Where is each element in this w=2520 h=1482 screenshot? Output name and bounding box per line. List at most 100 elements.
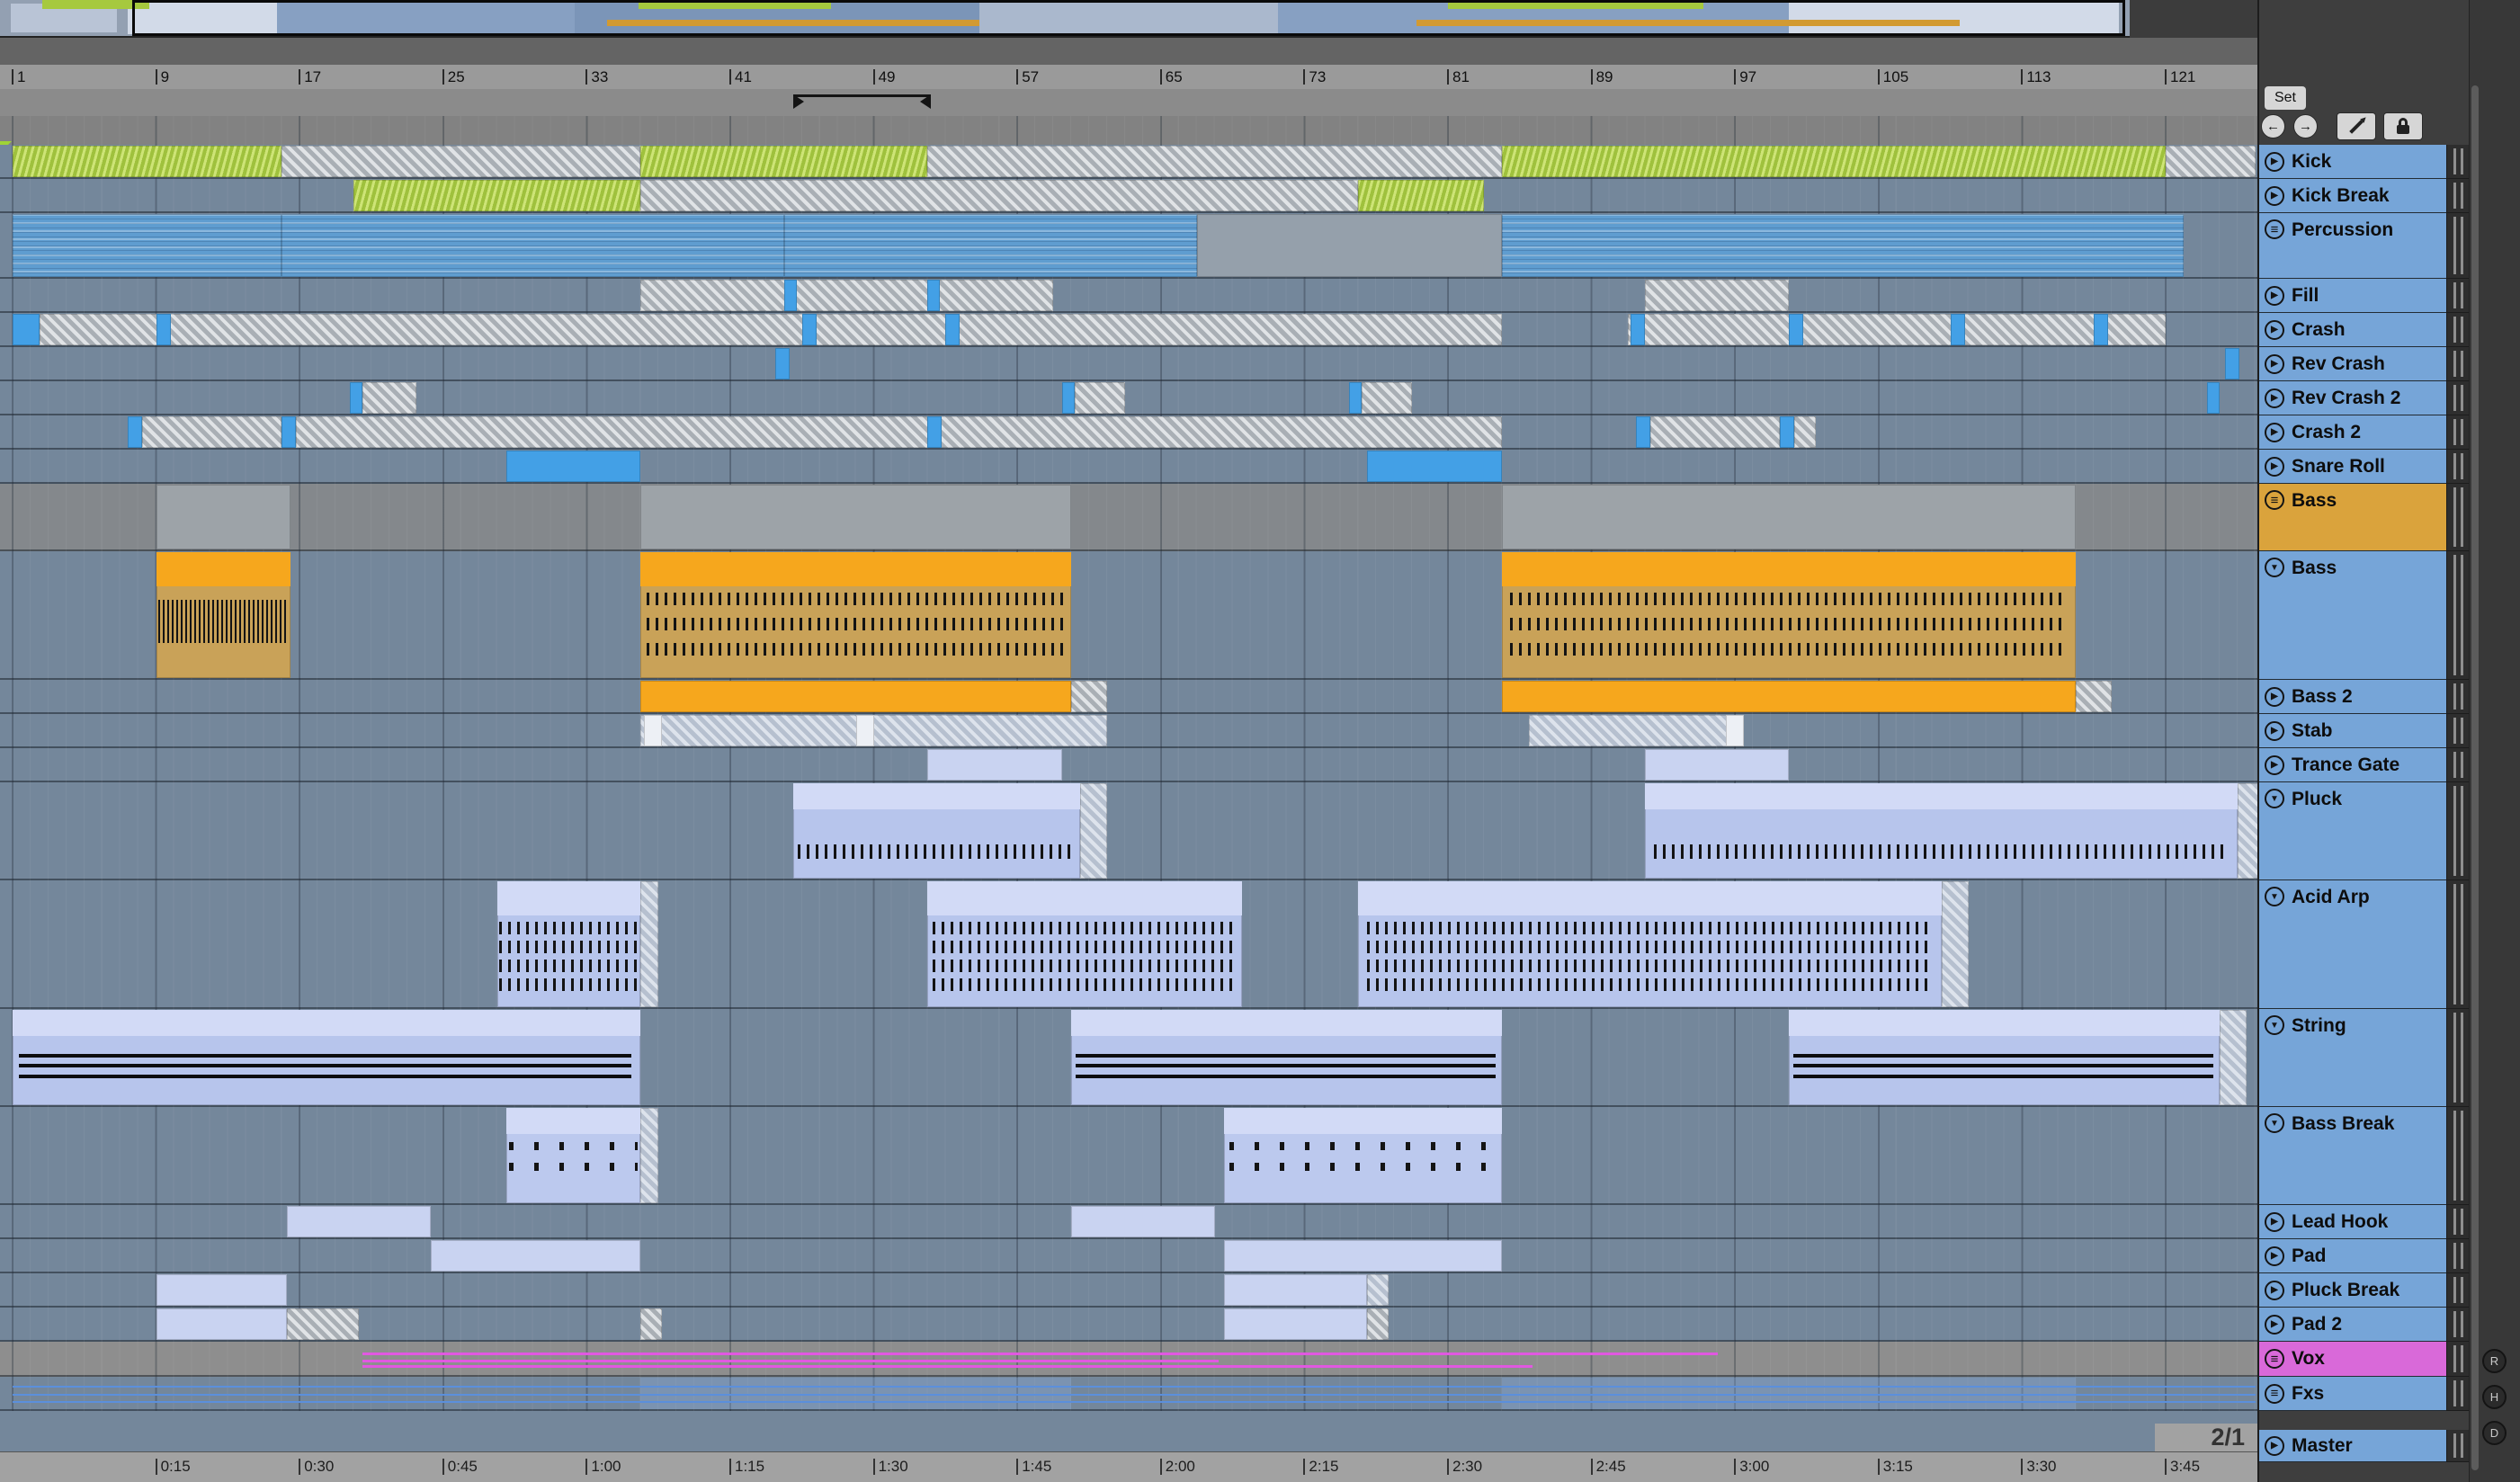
clip[interactable] <box>281 214 784 277</box>
clip[interactable] <box>2076 681 2113 712</box>
unfold-track-icon[interactable]: ▼ <box>2265 1113 2284 1133</box>
clip[interactable] <box>1080 783 1107 879</box>
track-header-master[interactable]: ▶ Master <box>2259 1430 2471 1462</box>
track-row-pad[interactable] <box>0 1239 2257 1273</box>
track-row-fxs[interactable] <box>0 1377 2257 1411</box>
track-row-pluck[interactable] <box>0 782 2259 880</box>
clip[interactable] <box>13 1378 2256 1409</box>
clip[interactable] <box>1645 749 1790 781</box>
forward-arrow-button[interactable]: → <box>2293 114 2318 138</box>
clip[interactable] <box>640 715 1107 746</box>
clip[interactable] <box>855 715 874 746</box>
fold-track-icon[interactable]: ▶ <box>2265 1314 2284 1335</box>
track-name-cell[interactable]: ≡ Percussion <box>2259 213 2446 279</box>
track-name-cell[interactable]: ▶ Trance Gate <box>2259 748 2446 782</box>
clip[interactable] <box>13 1010 641 1105</box>
beat-time-ruler[interactable]: 1 9 17 25 33 41 49 57 65 73 81 89 97 105 113 121 <box>0 65 2257 89</box>
fold-track-icon[interactable]: ▶ <box>2265 686 2284 707</box>
track-name-cell[interactable]: ▶ Bass 2 <box>2259 680 2446 714</box>
track-row-percussion[interactable] <box>0 213 2257 279</box>
clip[interactable] <box>2166 146 2256 177</box>
fold-track-icon[interactable]: ▶ <box>2265 353 2284 374</box>
track-name-cell[interactable]: ▶ Crash <box>2259 313 2446 347</box>
clip[interactable] <box>1358 180 1484 211</box>
clip[interactable] <box>801 314 817 345</box>
clip[interactable] <box>281 416 297 448</box>
clip[interactable] <box>640 280 1054 311</box>
clip[interactable] <box>1501 485 2077 549</box>
track-header-acid-arp[interactable]: ▼ Acid Arp <box>2259 880 2471 1009</box>
track-row-pluck-break[interactable] <box>0 1273 2257 1308</box>
fold-track-icon[interactable]: ▶ <box>2265 388 2284 408</box>
clip[interactable] <box>353 180 641 211</box>
group-fold-icon[interactable]: ≡ <box>2265 1383 2284 1404</box>
clip[interactable] <box>1223 1274 1368 1306</box>
track-header-snare-roll[interactable]: ▶ Snare Roll <box>2259 450 2471 484</box>
fold-track-icon[interactable]: ▶ <box>2265 151 2284 172</box>
fold-track-icon[interactable]: ▶ <box>2265 456 2284 477</box>
track-row-crash-2[interactable] <box>0 415 2257 450</box>
track-name-cell[interactable]: ▶ Pad 2 <box>2259 1308 2446 1342</box>
clip[interactable] <box>350 382 362 414</box>
clip[interactable] <box>505 451 641 482</box>
track-row-lead-hook[interactable] <box>0 1205 2257 1239</box>
clip[interactable] <box>362 382 416 414</box>
track-name-cell[interactable]: ▶ Pad <box>2259 1239 2446 1273</box>
clip[interactable] <box>644 715 663 746</box>
lock-envelopes-button[interactable] <box>2383 112 2423 140</box>
clip[interactable] <box>1223 1108 1502 1203</box>
track-header-stab[interactable]: ▶ Stab <box>2259 714 2471 748</box>
track-row-crash[interactable] <box>0 313 2257 347</box>
clip[interactable] <box>1071 1206 1215 1237</box>
clip[interactable] <box>287 1308 360 1340</box>
track-header-percussion[interactable]: ≡ Percussion <box>2259 213 2471 279</box>
clip[interactable] <box>1362 382 1413 414</box>
clip[interactable] <box>1501 681 2077 712</box>
track-name-cell[interactable]: ▶ Lead Hook <box>2259 1205 2446 1239</box>
fold-track-icon[interactable]: ▶ <box>2265 319 2284 340</box>
clip[interactable] <box>1223 1308 1368 1340</box>
clip[interactable] <box>1501 146 2166 177</box>
clip[interactable] <box>927 280 941 311</box>
arrangement-overview[interactable] <box>0 0 2130 38</box>
track-row-string[interactable] <box>0 1009 2257 1107</box>
clip[interactable] <box>13 146 282 177</box>
clip[interactable] <box>1367 1308 1390 1340</box>
track-header-pad[interactable]: ▶ Pad <box>2259 1239 2471 1273</box>
track-header-trance-gate[interactable]: ▶ Trance Gate <box>2259 748 2471 782</box>
clip[interactable] <box>1501 552 2077 678</box>
clip[interactable] <box>640 1308 663 1340</box>
view-toggle-d[interactable]: D <box>2482 1421 2507 1445</box>
track-name-cell[interactable]: ▶ Snare Roll <box>2259 450 2446 484</box>
track-name-cell[interactable]: ▼ Acid Arp <box>2259 880 2446 1009</box>
clip[interactable] <box>1645 280 1790 311</box>
fold-track-icon[interactable]: ▶ <box>2265 185 2284 206</box>
clip[interactable] <box>156 552 291 678</box>
fold-track-icon[interactable]: ▶ <box>2265 1280 2284 1300</box>
clip[interactable] <box>640 1108 659 1203</box>
track-row-pad-2[interactable] <box>0 1308 2257 1342</box>
track-row-bass-break[interactable] <box>0 1107 2257 1205</box>
track-header-bass-2[interactable]: ▶ Bass 2 <box>2259 680 2471 714</box>
track-row-stab[interactable] <box>0 714 2257 748</box>
clip[interactable] <box>2237 783 2259 879</box>
clip[interactable] <box>2219 1010 2247 1105</box>
track-name-cell[interactable]: ▶ Master <box>2259 1430 2446 1462</box>
clip[interactable] <box>927 881 1242 1007</box>
view-toggle-h[interactable]: H <box>2482 1385 2507 1409</box>
track-name-cell[interactable]: ≡ Fxs <box>2259 1377 2446 1411</box>
clip[interactable] <box>156 1308 288 1340</box>
fold-track-icon[interactable]: ▶ <box>2265 720 2284 741</box>
track-row-kick-break[interactable] <box>0 179 2257 213</box>
clip[interactable] <box>640 180 1359 211</box>
track-header-kick-break[interactable]: ▶ Kick Break <box>2259 179 2471 213</box>
clip[interactable] <box>927 416 943 448</box>
fold-track-icon[interactable]: ▶ <box>2265 1211 2284 1232</box>
clip[interactable] <box>1950 314 1965 345</box>
track-header-crash[interactable]: ▶ Crash <box>2259 313 2471 347</box>
track-header-kick[interactable]: ▶ Kick <box>2259 145 2471 179</box>
track-header-pluck-break[interactable]: ▶ Pluck Break <box>2259 1273 2471 1308</box>
track-row-acid-arp[interactable] <box>0 880 2257 1009</box>
group-fold-icon[interactable]: ≡ <box>2265 1349 2284 1369</box>
clip[interactable] <box>281 146 641 177</box>
